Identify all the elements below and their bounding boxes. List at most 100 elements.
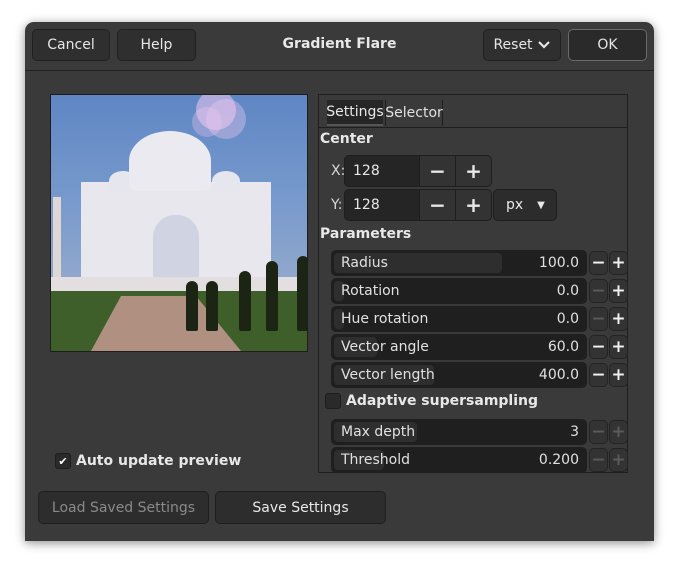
slider-increment-button[interactable]: +	[609, 448, 628, 472]
slider-rotation: Rotation 0.0− +	[331, 278, 628, 304]
lens-flare	[192, 107, 222, 137]
plus-icon: +	[611, 337, 626, 357]
slider-track[interactable]: Rotation 0.0	[331, 278, 587, 304]
preview-tree	[239, 271, 251, 331]
preview-tree	[186, 281, 198, 331]
slider-value: 3	[570, 424, 579, 440]
preview-minaret	[53, 197, 61, 277]
slider-decrement-button[interactable]: −	[589, 251, 608, 275]
preview-dome	[129, 131, 211, 191]
x-increment-button[interactable]: +	[456, 155, 492, 187]
tab-settings-label: Settings	[326, 104, 384, 120]
plus-icon: +	[611, 450, 626, 470]
minus-icon: −	[591, 337, 606, 357]
slider-label: Radius	[341, 255, 388, 271]
slider-increment-button[interactable]: +	[609, 420, 628, 444]
minus-icon: −	[591, 309, 606, 329]
load-saved-settings-button[interactable]: Load Saved Settings	[38, 491, 209, 524]
slider-decrement-button[interactable]: −	[589, 448, 608, 472]
minus-icon: −	[591, 450, 606, 470]
unit-dropdown[interactable]: px ▼	[493, 189, 557, 221]
slider-track[interactable]: Vector length 400.0	[331, 362, 587, 388]
minus-icon: −	[591, 253, 606, 273]
y-input[interactable]: 128	[344, 189, 420, 221]
ok-label: OK	[597, 37, 618, 53]
cancel-label: Cancel	[47, 37, 95, 53]
x-input[interactable]: 128	[344, 155, 420, 187]
slider-increment-button[interactable]: +	[609, 363, 628, 387]
y-decrement-button[interactable]: −	[420, 189, 456, 221]
adaptive-supersampling-label: Adaptive supersampling	[346, 393, 539, 409]
plus-icon: +	[465, 159, 482, 183]
slider-increment-button[interactable]: +	[609, 279, 628, 303]
y-increment-button[interactable]: +	[456, 189, 492, 221]
slider-decrement-button[interactable]: −	[589, 279, 608, 303]
slider-increment-button[interactable]: +	[609, 251, 628, 275]
cancel-button[interactable]: Cancel	[32, 29, 110, 61]
x-spinbutton: 128 − +	[344, 155, 492, 187]
minus-icon: −	[591, 281, 606, 301]
y-spinbutton: 128 − +	[344, 189, 492, 221]
minus-icon: −	[591, 422, 606, 442]
ok-button[interactable]: OK	[568, 29, 647, 61]
plus-icon: +	[611, 422, 626, 442]
tab-bar: Settings Selector	[319, 95, 627, 128]
minus-icon: −	[591, 365, 606, 385]
slider-increment-button[interactable]: +	[609, 335, 628, 359]
plus-icon: +	[611, 281, 626, 301]
unit-value: px	[506, 197, 524, 213]
checkbox-unchecked-icon	[325, 393, 341, 409]
preview-tree	[266, 261, 278, 331]
slider-value: 0.200	[538, 452, 579, 468]
tab-settings[interactable]: Settings	[326, 100, 384, 126]
tab-selector[interactable]: Selector	[385, 100, 443, 126]
minus-icon: −	[429, 193, 446, 217]
slider-label: Max depth	[341, 424, 416, 440]
slider-threshold: Threshold 0.200− +	[331, 447, 628, 473]
slider-decrement-button[interactable]: −	[589, 420, 608, 444]
slider-value: 0.0	[556, 311, 579, 327]
slider-value: 60.0	[547, 339, 579, 355]
slider-decrement-button[interactable]: −	[589, 363, 608, 387]
x-decrement-button[interactable]: −	[420, 155, 456, 187]
slider-label: Rotation	[341, 283, 400, 299]
save-settings-button[interactable]: Save Settings	[215, 491, 386, 524]
slider-value: 0.0	[556, 283, 579, 299]
slider-increment-button[interactable]: +	[609, 307, 628, 331]
reset-button[interactable]: Reset	[483, 29, 561, 61]
slider-track[interactable]: Max depth 3	[331, 419, 587, 445]
auto-update-label: Auto update preview	[76, 453, 242, 469]
auto-update-preview-checkbox[interactable]: ✔ Auto update preview	[55, 453, 241, 469]
slider-decrement-button[interactable]: −	[589, 307, 608, 331]
minus-icon: −	[429, 159, 446, 183]
slider-radius: Radius 100.0− +	[331, 250, 628, 276]
slider-value: 400.0	[538, 367, 579, 383]
slider-max-depth: Max depth 3− +	[331, 419, 628, 445]
plus-icon: +	[611, 253, 626, 273]
chevron-down-icon	[537, 41, 550, 49]
preview-small-dome	[212, 171, 240, 191]
parameters-heading: Parameters	[320, 226, 412, 242]
slider-value: 100.0	[538, 255, 579, 271]
slider-label: Vector angle	[341, 339, 429, 355]
slider-decrement-button[interactable]: −	[589, 335, 608, 359]
center-heading: Center	[320, 131, 373, 147]
header-bar: Cancel Help Gradient Flare Reset OK	[25, 22, 654, 71]
dropdown-arrow-icon: ▼	[537, 199, 545, 211]
slider-track[interactable]: Radius 100.0	[331, 250, 587, 276]
slider-track[interactable]: Hue rotation 0.0	[331, 306, 587, 332]
help-button[interactable]: Help	[117, 29, 196, 61]
slider-label: Hue rotation	[341, 311, 429, 327]
adaptive-supersampling-checkbox[interactable]: Adaptive supersampling	[325, 393, 538, 409]
slider-label: Threshold	[341, 452, 410, 468]
slider-track[interactable]: Vector angle 60.0	[331, 334, 587, 360]
preview-tree	[297, 256, 307, 331]
plus-icon: +	[465, 193, 482, 217]
save-label: Save Settings	[252, 499, 349, 516]
help-label: Help	[140, 37, 173, 53]
checkbox-checked-icon: ✔	[55, 453, 71, 469]
preview-arch	[153, 215, 199, 277]
slider-vector-angle: Vector angle 60.0− +	[331, 334, 628, 360]
slider-track[interactable]: Threshold 0.200	[331, 447, 587, 473]
reset-label: Reset	[493, 37, 533, 53]
